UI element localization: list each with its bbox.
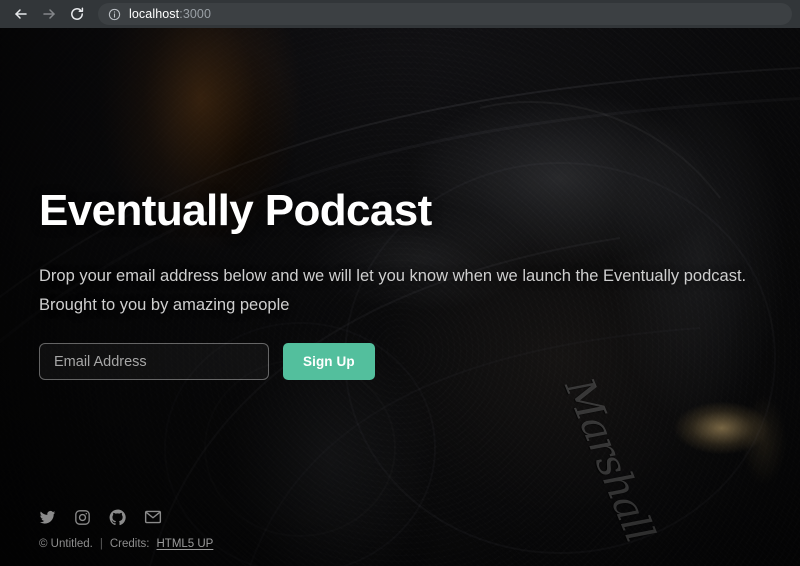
url-port: :3000 [179, 7, 212, 21]
address-bar-text: localhost:3000 [129, 7, 211, 21]
page-title: Eventually Podcast [39, 185, 432, 235]
reload-icon [69, 6, 85, 22]
email-icon [144, 508, 162, 526]
instagram-icon [74, 509, 91, 526]
address-bar[interactable]: localhost:3000 [98, 3, 792, 25]
social-links [39, 508, 213, 526]
info-circle-icon[interactable] [108, 8, 121, 21]
social-link-twitter[interactable] [39, 509, 56, 526]
github-icon [109, 509, 126, 526]
arrow-right-icon [41, 6, 57, 22]
footer-separator: | [99, 538, 103, 550]
social-link-github[interactable] [109, 509, 126, 526]
social-link-email[interactable] [144, 508, 162, 526]
url-host: localhost [129, 7, 180, 21]
page-footer: © Untitled. | Credits: HTML5 UP [39, 508, 213, 550]
hero-subtitle: Drop your email address below and we wil… [39, 267, 747, 314]
page-viewport: Marshall Eventually Podcast Drop your em… [0, 28, 800, 566]
forward-button[interactable] [36, 1, 62, 27]
email-input[interactable] [39, 343, 269, 381]
hero-content: Eventually Podcast Drop your email addre… [0, 28, 800, 566]
reload-button[interactable] [64, 1, 90, 27]
footer-copyright: © Untitled. | Credits: HTML5 UP [39, 538, 213, 550]
signup-form: Sign Up [39, 343, 761, 381]
sign-up-button[interactable]: Sign Up [283, 343, 375, 381]
arrow-left-icon [13, 6, 29, 22]
back-button[interactable] [8, 1, 34, 27]
copyright-text: © Untitled. [39, 538, 93, 550]
twitter-icon [39, 509, 56, 526]
social-link-instagram[interactable] [74, 509, 91, 526]
hero-block: Eventually Podcast Drop your email addre… [39, 185, 761, 381]
browser-toolbar: localhost:3000 [0, 0, 800, 28]
credits-label: Credits: [109, 538, 150, 550]
credits-link[interactable]: HTML5 UP [156, 538, 213, 550]
